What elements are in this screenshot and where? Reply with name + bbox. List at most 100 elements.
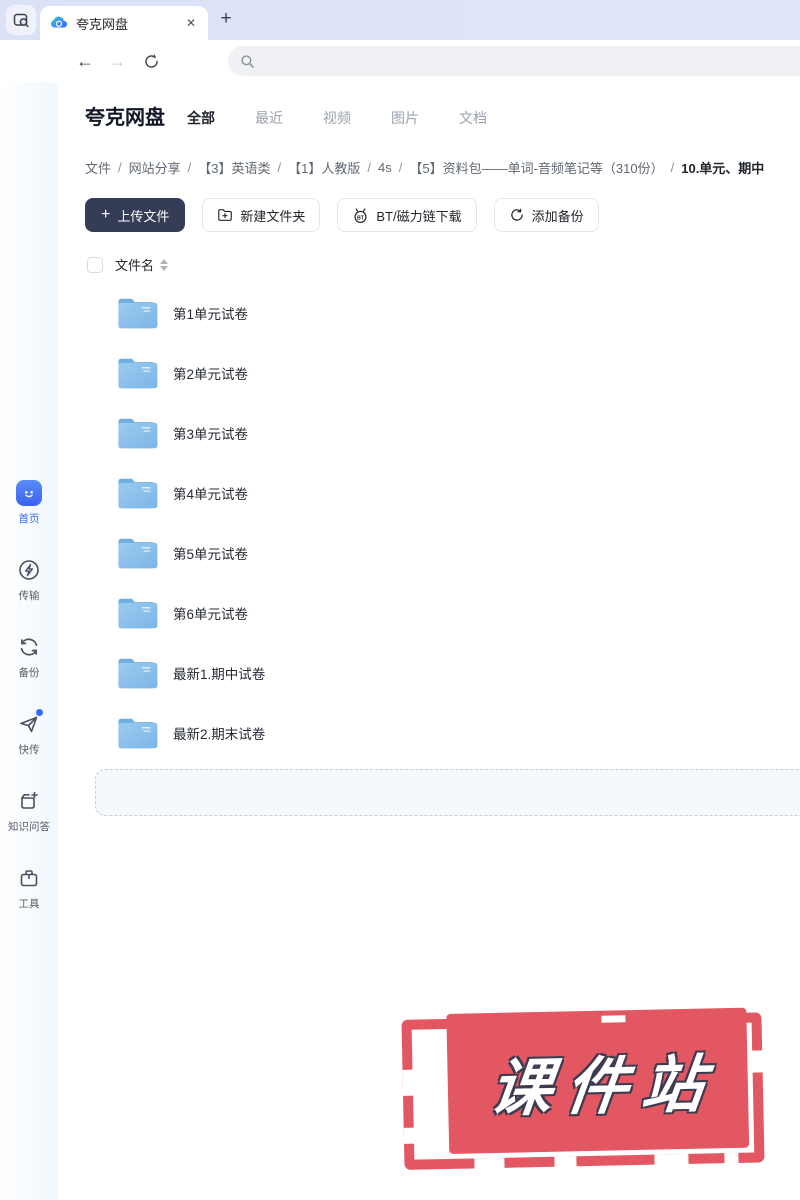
tab-video[interactable]: 视频 (323, 108, 351, 128)
stamp-body: 课件站 (446, 1007, 750, 1154)
watermark-stamp: 课件站 (401, 1002, 777, 1182)
folder-icon (118, 718, 158, 749)
folder-name: 第2单元试卷 (173, 367, 249, 382)
sidebar-item-quick-send[interactable]: 快传 (0, 709, 58, 757)
folder-row[interactable]: 第6单元试卷 (85, 583, 800, 643)
paper-plane-icon (16, 709, 43, 737)
select-all-checkbox[interactable] (87, 256, 103, 273)
folder-name: 第3单元试卷 (173, 427, 249, 442)
back-icon[interactable]: ← (72, 40, 98, 82)
watermark-text: 课件站 (485, 1050, 723, 1125)
folder-row[interactable]: 第4单元试卷 (85, 463, 800, 523)
folder-icon (118, 598, 158, 629)
sidebar-item-label: 工具 (18, 898, 40, 910)
breadcrumb-item[interactable]: 4s (378, 160, 392, 175)
folder-row[interactable]: 第5单元试卷 (85, 523, 800, 583)
folder-icon (118, 418, 158, 449)
breadcrumb-separator: / (187, 160, 192, 175)
add-backup-icon (510, 208, 523, 221)
tab-search-icon (13, 13, 29, 27)
breadcrumb-item[interactable]: 【3】英语类 (198, 158, 270, 177)
upload-file-label: 上传文件 (117, 208, 170, 224)
folder-name: 第5单元试卷 (173, 547, 249, 562)
column-filename: 文件名 (115, 258, 155, 273)
home-icon (16, 480, 42, 506)
sidebar-item-label: 备份 (18, 667, 40, 679)
folder-row[interactable]: 最新2.期末试卷 (85, 703, 800, 763)
folder-name: 第1单元试卷 (173, 307, 249, 322)
folder-name: 最新1.期中试卷 (173, 667, 266, 682)
breadcrumb-item[interactable]: 文件 (85, 158, 111, 177)
tab-all[interactable]: 全部 (187, 108, 215, 128)
sidebar-item-backup[interactable]: 备份 (0, 634, 58, 680)
breadcrumb: 文件 / 网站分享 / 【3】英语类 / 【1】人教版 / 4s / 【5】资料… (85, 158, 764, 177)
add-backup-label: 添加备份 (531, 208, 584, 224)
forward-icon: → (108, 50, 126, 71)
breadcrumb-item[interactable]: 网站分享 (129, 158, 181, 177)
new-tab-button[interactable]: + (212, 5, 240, 33)
bt-download-icon: BT (354, 207, 367, 223)
page-title: 夸克网盘 (85, 107, 165, 129)
tab-title: 夸克网盘 (76, 16, 129, 32)
new-folder-icon (218, 209, 233, 221)
folder-icon (118, 658, 158, 689)
file-list: 第1单元试卷 第2单元试卷 第3单元试卷 第4单元试卷 第5单元试卷 第6单元试… (85, 283, 800, 763)
plus-icon: + (101, 206, 111, 223)
toolbox-icon (16, 865, 42, 891)
browser-tab-active[interactable]: 夸克网盘 ✕ (40, 6, 208, 40)
folder-row[interactable]: 第2单元试卷 (85, 343, 800, 403)
quark-drive-window: 夸克网盘 ✕ + ← → 首页 传输 备份 快传 知识问答 工具 夸克网盘 全部… (0, 0, 800, 1200)
folder-icon (118, 538, 158, 569)
knowledge-box-icon (16, 788, 42, 814)
browser-tab-bar: 夸克网盘 ✕ + (0, 0, 800, 40)
breadcrumb-separator: / (367, 160, 371, 175)
tab-document[interactable]: 文档 (459, 108, 487, 128)
add-backup-button[interactable]: 添加备份 (493, 198, 599, 232)
tab-recent[interactable]: 最近 (255, 108, 283, 128)
bt-magnet-download-button[interactable]: BT BT/磁力链下载 (337, 198, 477, 232)
breadcrumb-separator: / (670, 160, 675, 175)
bt-download-label: BT/磁力链下载 (376, 208, 462, 224)
browser-toolbar: ← → (0, 40, 800, 82)
upload-file-button[interactable]: + 上传文件 (85, 198, 186, 232)
quark-favicon-icon (51, 16, 68, 28)
action-buttons: + 上传文件 新建文件夹 BT BT/磁力链下载 添加备份 (85, 198, 599, 232)
sidebar: 首页 传输 备份 快传 知识问答 工具 (0, 82, 58, 1200)
breadcrumb-separator: / (277, 160, 282, 175)
tab-search-button[interactable] (6, 5, 36, 35)
tab-close-icon[interactable]: ✕ (184, 14, 198, 32)
breadcrumb-item[interactable]: 【5】资料包——单词-音频笔记等（310份） (409, 158, 663, 177)
search-icon (241, 54, 254, 68)
svg-text:BT: BT (357, 215, 365, 221)
transfer-icon (16, 557, 42, 583)
folder-icon (118, 358, 158, 389)
reload-icon[interactable] (138, 40, 164, 82)
notification-dot (36, 709, 43, 716)
sidebar-item-knowledge-qa[interactable]: 知识问答 (0, 788, 58, 834)
folder-name: 第4单元试卷 (173, 487, 249, 502)
folder-name: 最新2.期末试卷 (173, 727, 266, 742)
folder-row[interactable]: 最新1.期中试卷 (85, 643, 800, 703)
breadcrumb-current: 10.单元、期中 (681, 161, 765, 176)
folder-row[interactable]: 第3单元试卷 (85, 403, 800, 463)
new-folder-label: 新建文件夹 (240, 208, 306, 224)
view-tabs: 全部 最近 视频 图片 文档 (187, 108, 487, 128)
backup-sync-icon (16, 634, 42, 660)
new-folder-button[interactable]: 新建文件夹 (202, 198, 321, 232)
sidebar-item-tools[interactable]: 工具 (0, 865, 58, 911)
tab-image[interactable]: 图片 (391, 108, 419, 128)
folder-icon (118, 298, 158, 329)
sort-icon[interactable] (160, 258, 169, 271)
breadcrumb-separator: / (118, 160, 122, 175)
breadcrumb-separator: / (398, 160, 403, 175)
breadcrumb-item[interactable]: 【1】人教版 (288, 158, 360, 177)
sidebar-item-label: 快传 (18, 744, 40, 756)
upload-drop-zone[interactable] (95, 769, 800, 816)
sidebar-item-label: 知识问答 (8, 821, 50, 833)
address-bar[interactable] (228, 46, 800, 76)
sidebar-item-home[interactable]: 首页 (0, 480, 58, 526)
sidebar-item-transfer[interactable]: 传输 (0, 557, 58, 603)
list-header: 文件名 (87, 255, 169, 274)
sidebar-item-label: 首页 (18, 513, 40, 525)
folder-row[interactable]: 第1单元试卷 (85, 283, 800, 343)
